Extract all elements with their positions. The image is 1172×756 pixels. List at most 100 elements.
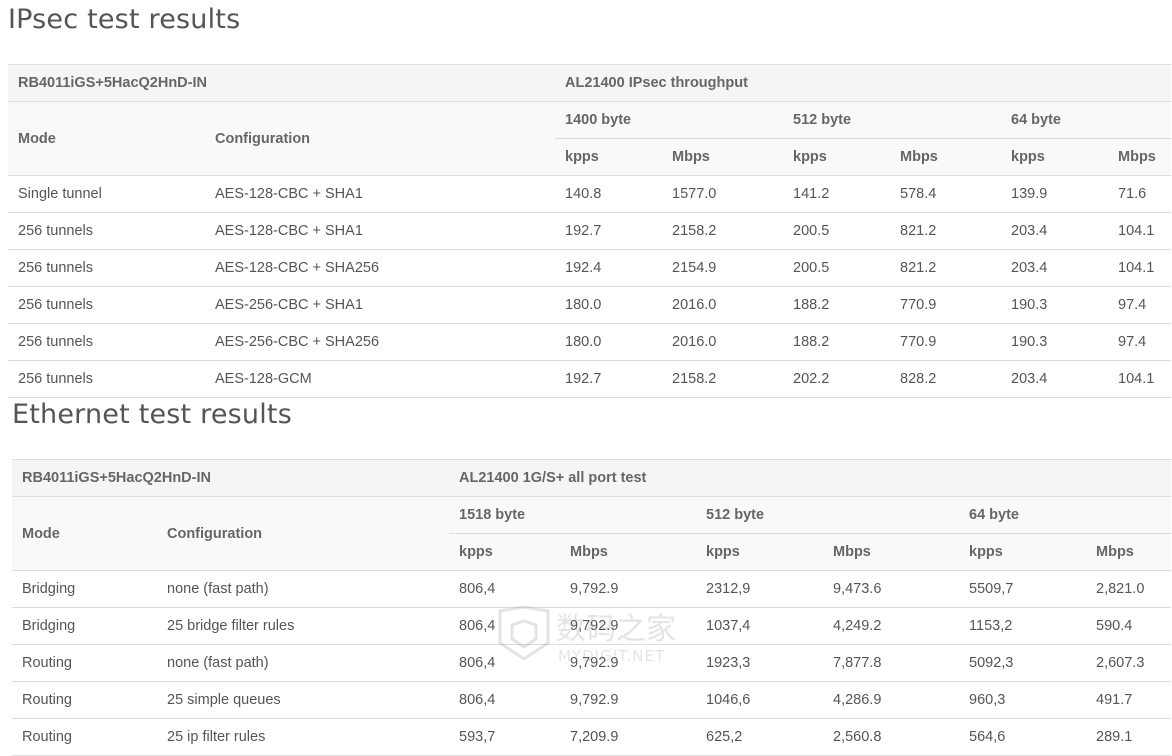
kpps-value-cell: 140.8: [555, 175, 663, 213]
mode-cell: Bridging: [12, 607, 157, 645]
kpps-value-cell: 188.2: [783, 323, 891, 361]
mbps-value-cell: 7,877.8: [823, 644, 960, 682]
mbps-column-header: Mbps: [823, 533, 960, 571]
kpps-value-cell: 2312,9: [696, 570, 824, 608]
kpps-value-cell: 564,6: [959, 718, 1087, 756]
mode-column-header: Mode: [12, 496, 157, 571]
table-row: Bridging 25 bridge filter rules 806,4 9,792…: [12, 607, 1172, 645]
mbps-column-header: Mbps: [560, 533, 697, 571]
mbps-value-cell: 4,249.2: [823, 607, 960, 645]
kpps-value-cell: 203.4: [1001, 212, 1109, 250]
mbps-value-cell: 2,821.0: [1086, 570, 1172, 608]
test-name-header: AL21400 1G/S+ all port test: [449, 459, 1172, 497]
configuration-cell: 25 bridge filter rules: [157, 607, 450, 645]
kpps-value-cell: 806,4: [449, 644, 561, 682]
table-row: Single tunnel AES-128-CBC + SHA1 140.8 1577…: [8, 175, 1172, 213]
configuration-cell: none (fast path): [157, 644, 450, 682]
table-row: 256 tunnels AES-128-GCM 192.7 2158.2 202.2 82…: [8, 360, 1172, 398]
mbps-value-cell: 2158.2: [662, 360, 784, 398]
configuration-cell: 25 simple queues: [157, 681, 450, 719]
kpps-value-cell: 806,4: [449, 681, 561, 719]
mbps-value-cell: 9,792.9: [560, 644, 697, 682]
mbps-value-cell: 828.2: [890, 360, 1002, 398]
mbps-value-cell: 9,473.6: [823, 570, 960, 608]
mbps-value-cell: 104.1: [1108, 212, 1172, 250]
kpps-value-cell: 203.4: [1001, 249, 1109, 287]
configuration-cell: AES-128-CBC + SHA1: [205, 212, 556, 250]
mbps-value-cell: 9,792.9: [560, 570, 697, 608]
configuration-column-header: Configuration: [157, 496, 450, 571]
kpps-value-cell: 1037,4: [696, 607, 824, 645]
kpps-column-header: kpps: [783, 138, 891, 176]
ipsec-results-table: RB4011iGS+5HacQ2HnD-IN AL21400 IPsec thr…: [8, 64, 1172, 398]
kpps-value-cell: 625,2: [696, 718, 824, 756]
kpps-value-cell: 203.4: [1001, 360, 1109, 398]
kpps-column-header: kpps: [555, 138, 663, 176]
kpps-value-cell: 960,3: [959, 681, 1087, 719]
configuration-cell: AES-256-CBC + SHA1: [205, 286, 556, 324]
ethernet-table-body: Bridging none (fast path) 806,4 9,792.9 2312…: [12, 570, 1172, 756]
kpps-value-cell: 192.4: [555, 249, 663, 287]
mbps-value-cell: 97.4: [1108, 323, 1172, 361]
configuration-cell: AES-256-CBC + SHA256: [205, 323, 556, 361]
kpps-value-cell: 1923,3: [696, 644, 824, 682]
table-row: 256 tunnels AES-128-CBC + SHA256 192.4 2154…: [8, 249, 1172, 287]
mbps-value-cell: 2016.0: [662, 286, 784, 324]
mbps-value-cell: 289.1: [1086, 718, 1172, 756]
packet-size-header: 64 byte: [1001, 101, 1172, 139]
table-row: Routing 25 simple queues 806,4 9,792.9 1046,…: [12, 681, 1172, 719]
kpps-column-header: kpps: [449, 533, 561, 571]
kpps-value-cell: 806,4: [449, 607, 561, 645]
mbps-column-header: Mbps: [890, 138, 1002, 176]
packet-size-header: 512 byte: [783, 101, 1002, 139]
kpps-column-header: kpps: [696, 533, 824, 571]
mbps-column-header: Mbps: [1086, 533, 1172, 571]
kpps-value-cell: 180.0: [555, 286, 663, 324]
kpps-value-cell: 139.9: [1001, 175, 1109, 213]
kpps-value-cell: 202.2: [783, 360, 891, 398]
mbps-value-cell: 1577.0: [662, 175, 784, 213]
device-model-header: RB4011iGS+5HacQ2HnD-IN: [8, 64, 556, 102]
mbps-value-cell: 2,607.3: [1086, 644, 1172, 682]
kpps-value-cell: 141.2: [783, 175, 891, 213]
mbps-value-cell: 770.9: [890, 286, 1002, 324]
configuration-cell: AES-128-GCM: [205, 360, 556, 398]
mode-cell: 256 tunnels: [8, 323, 205, 361]
kpps-value-cell: 180.0: [555, 323, 663, 361]
kpps-value-cell: 192.7: [555, 360, 663, 398]
kpps-value-cell: 190.3: [1001, 286, 1109, 324]
table-row: Bridging none (fast path) 806,4 9,792.9 2312…: [12, 570, 1172, 608]
mbps-value-cell: 7,209.9: [560, 718, 697, 756]
mode-cell: Routing: [12, 644, 157, 682]
mbps-value-cell: 821.2: [890, 249, 1002, 287]
mbps-value-cell: 104.1: [1108, 249, 1172, 287]
kpps-value-cell: 5092,3: [959, 644, 1087, 682]
table-row: 256 tunnels AES-128-CBC + SHA1 192.7 2158.2…: [8, 212, 1172, 250]
mbps-value-cell: 2158.2: [662, 212, 784, 250]
mbps-value-cell: 821.2: [890, 212, 1002, 250]
mbps-value-cell: 491.7: [1086, 681, 1172, 719]
ethernet-section-title: Ethernet test results: [12, 399, 292, 430]
mbps-value-cell: 2154.9: [662, 249, 784, 287]
mbps-value-cell: 4,286.9: [823, 681, 960, 719]
ipsec-section-title: IPsec test results: [8, 4, 241, 35]
configuration-cell: AES-128-CBC + SHA1: [205, 175, 556, 213]
kpps-value-cell: 593,7: [449, 718, 561, 756]
mode-cell: 256 tunnels: [8, 212, 205, 250]
mbps-value-cell: 104.1: [1108, 360, 1172, 398]
ipsec-table-body: Single tunnel AES-128-CBC + SHA1 140.8 1577…: [8, 175, 1172, 398]
configuration-cell: 25 ip filter rules: [157, 718, 450, 756]
kpps-value-cell: 200.5: [783, 212, 891, 250]
mbps-value-cell: 97.4: [1108, 286, 1172, 324]
configuration-cell: none (fast path): [157, 570, 450, 608]
mbps-value-cell: 2,560.8: [823, 718, 960, 756]
table-row: Routing 25 ip filter rules 593,7 7,209.9 625…: [12, 718, 1172, 756]
configuration-cell: AES-128-CBC + SHA256: [205, 249, 556, 287]
kpps-value-cell: 188.2: [783, 286, 891, 324]
mbps-value-cell: 71.6: [1108, 175, 1172, 213]
mbps-value-cell: 9,792.9: [560, 607, 697, 645]
mode-column-header: Mode: [8, 101, 205, 176]
ethernet-results-table: RB4011iGS+5HacQ2HnD-IN AL21400 1G/S+ all…: [12, 459, 1172, 756]
mbps-value-cell: 578.4: [890, 175, 1002, 213]
packet-size-header: 1518 byte: [449, 496, 697, 534]
